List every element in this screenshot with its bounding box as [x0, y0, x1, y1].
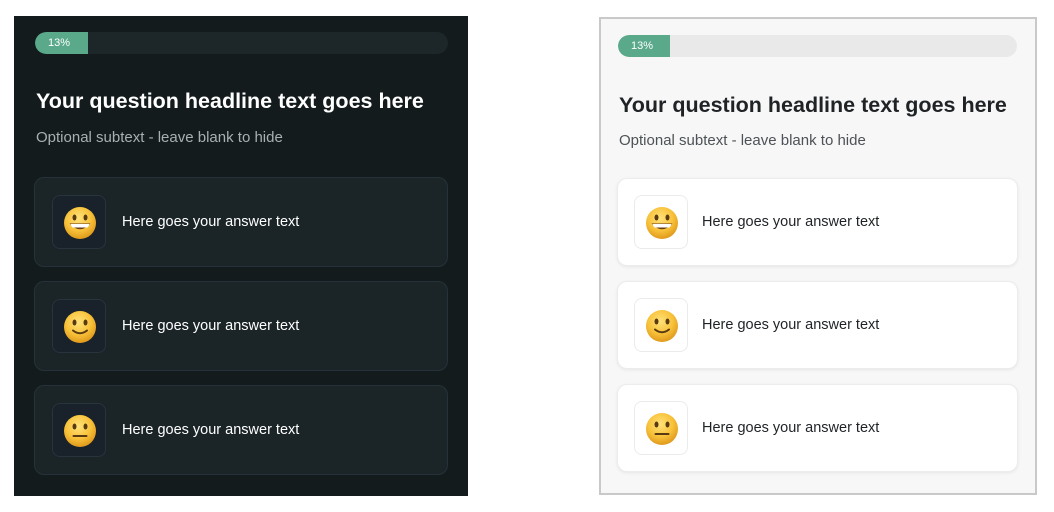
- progress-label: 13%: [631, 40, 654, 52]
- progress-label: 13%: [48, 37, 71, 49]
- answer-option-2[interactable]: Here goes your answer text: [34, 281, 448, 371]
- progress-bar: 13%: [35, 32, 448, 54]
- slightly-smiling-face-icon: [646, 310, 678, 342]
- survey-card-light: 13% Your question headline text goes her…: [599, 17, 1037, 495]
- question-headline: Your question headline text goes here: [619, 93, 1007, 117]
- grinning-face-icon: [646, 207, 678, 239]
- answer-text: Here goes your answer text: [122, 422, 300, 438]
- neutral-face-icon: [64, 415, 96, 447]
- emoji-container: [52, 195, 106, 249]
- answer-option-3[interactable]: Here goes your answer text: [617, 384, 1018, 472]
- slightly-smiling-face-icon: [64, 311, 96, 343]
- answer-text: Here goes your answer text: [702, 420, 880, 436]
- question-headline: Your question headline text goes here: [36, 89, 424, 113]
- emoji-container: [634, 298, 688, 352]
- progress-bar: 13%: [618, 35, 1017, 57]
- question-subtext: Optional subtext - leave blank to hide: [36, 129, 283, 146]
- answer-text: Here goes your answer text: [702, 317, 880, 333]
- grinning-face-icon: [64, 207, 96, 239]
- neutral-face-icon: [646, 413, 678, 445]
- question-subtext: Optional subtext - leave blank to hide: [619, 132, 866, 149]
- emoji-container: [52, 403, 106, 457]
- emoji-container: [52, 299, 106, 353]
- answer-text: Here goes your answer text: [702, 214, 880, 230]
- answer-option-1[interactable]: Here goes your answer text: [34, 177, 448, 267]
- emoji-container: [634, 401, 688, 455]
- answer-option-1[interactable]: Here goes your answer text: [617, 178, 1018, 266]
- answer-text: Here goes your answer text: [122, 318, 300, 334]
- answer-option-2[interactable]: Here goes your answer text: [617, 281, 1018, 369]
- answer-text: Here goes your answer text: [122, 214, 300, 230]
- survey-card-dark: 13% Your question headline text goes her…: [14, 16, 468, 496]
- answer-option-3[interactable]: Here goes your answer text: [34, 385, 448, 475]
- emoji-container: [634, 195, 688, 249]
